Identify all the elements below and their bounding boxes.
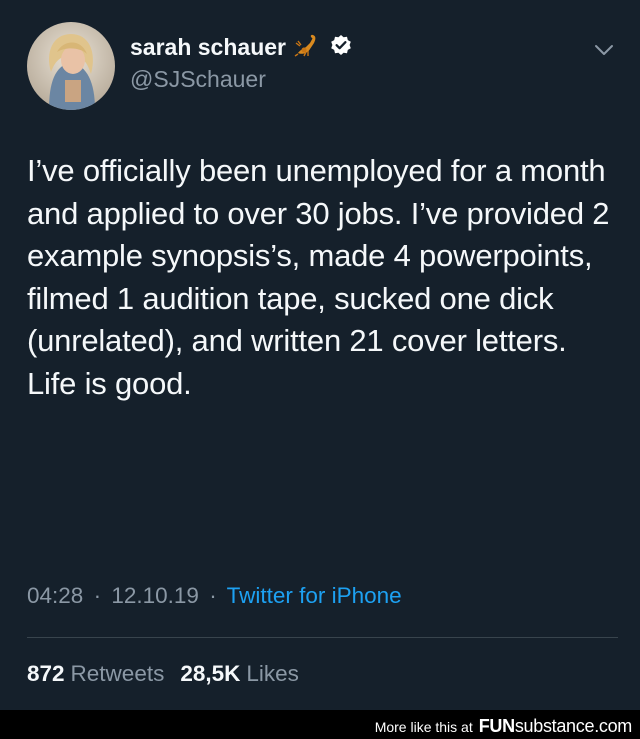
meta-separator: · bbox=[209, 583, 217, 608]
avatar[interactable] bbox=[27, 22, 115, 110]
meta-separator: · bbox=[93, 583, 102, 608]
avatar-image bbox=[27, 22, 115, 110]
footer-more-text: More like this at bbox=[374, 719, 473, 735]
brand-bold: FUN bbox=[478, 716, 515, 736]
tweet-time: 04:28 bbox=[27, 583, 84, 608]
footer-brand: FUNsubstance.com bbox=[478, 716, 633, 737]
chevron-down-icon[interactable] bbox=[593, 42, 615, 58]
retweets-label: Retweets bbox=[70, 661, 165, 686]
likes-stat[interactable]: 28,5K Likes bbox=[180, 661, 299, 686]
brand-thin: substance bbox=[514, 716, 595, 736]
tweet-source-link[interactable]: Twitter for iPhone bbox=[227, 583, 402, 608]
scorpion-icon bbox=[294, 33, 322, 62]
tweet-stats: 872 Retweets 28,5K Likes bbox=[27, 661, 299, 687]
tweet-date: 12.10.19 bbox=[111, 583, 199, 608]
user-name-row: sarah schauer bbox=[130, 33, 352, 62]
tweet-meta: 04:28 · 12.10.19 · Twitter for iPhone bbox=[27, 583, 402, 609]
watermark-footer: More like this at FUNsubstance.com bbox=[0, 710, 640, 739]
divider bbox=[27, 637, 618, 638]
retweets-count: 872 bbox=[27, 661, 65, 686]
brand-suffix: .com bbox=[594, 716, 632, 736]
likes-count: 28,5K bbox=[180, 661, 241, 686]
user-handle[interactable]: @SJSchauer bbox=[130, 66, 266, 93]
user-name[interactable]: sarah schauer bbox=[130, 34, 286, 61]
retweets-stat[interactable]: 872 Retweets bbox=[27, 661, 164, 686]
tweet-card: sarah schauer @SJSchauer I’ve officially… bbox=[0, 0, 640, 710]
verified-badge-icon bbox=[330, 34, 352, 61]
tweet-text: I’ve officially been unemployed for a mo… bbox=[27, 153, 610, 401]
likes-label: Likes bbox=[246, 661, 299, 686]
